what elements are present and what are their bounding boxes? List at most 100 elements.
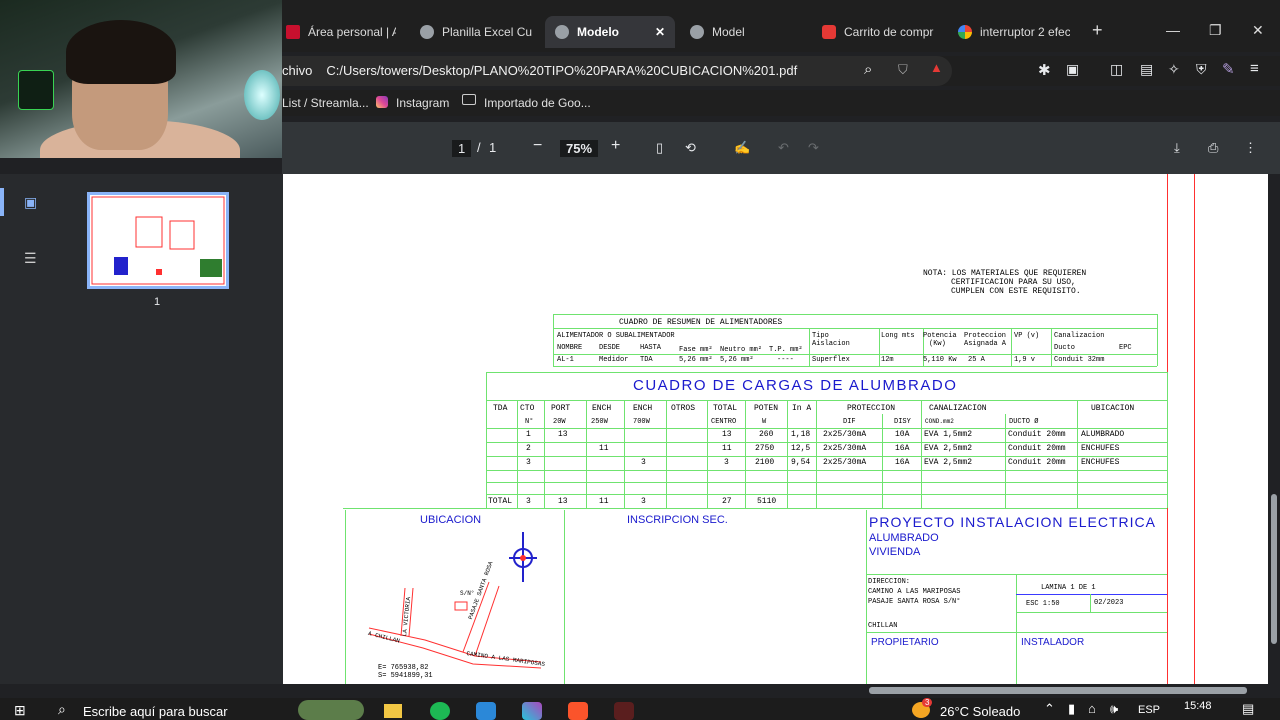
screenshot-icon[interactable]: ▣ [1066, 61, 1079, 78]
more-options-icon[interactable]: ⋮ [1244, 140, 1257, 156]
horizontal-scroll-thumb[interactable] [869, 687, 1247, 694]
wallet-icon[interactable]: ▤ [1140, 61, 1153, 78]
cargas-cell: 13 [722, 430, 732, 439]
network-icon[interactable]: ⌂ [1088, 701, 1096, 716]
taskbar-search-input[interactable]: Escribe aquí para buscar [83, 704, 228, 719]
cargas-cell: 2750 [755, 444, 775, 453]
weather-text[interactable]: 26°C Soleado [940, 704, 1020, 719]
tab-carrito[interactable]: Carrito de compr [822, 16, 940, 48]
app-icon[interactable] [476, 702, 496, 720]
resumen-subheader: T.P. mm² [769, 346, 803, 354]
tray-chevron-icon[interactable]: ⌃ [1044, 701, 1055, 717]
zoom-out-icon[interactable]: − [533, 137, 542, 155]
cargas-cell: Conduit 20mm [1008, 430, 1066, 439]
resumen-header: Tipo [812, 332, 829, 340]
bookmark-instagram[interactable]: Instagram [396, 96, 449, 110]
fit-page-icon[interactable]: ▯ [656, 140, 663, 156]
red-border-line [1194, 174, 1195, 684]
resumen-subheader: Ducto [1054, 344, 1076, 352]
new-tab-button[interactable]: + [1092, 20, 1103, 41]
resumen-cell: ---- [777, 356, 794, 364]
nota-line-1: NOTA: LOS MATERIALES QUE REQUIEREN [923, 269, 1087, 278]
app-icon[interactable] [614, 702, 634, 720]
leo-ai-icon[interactable]: ✧ [1168, 61, 1180, 78]
zoom-in-icon[interactable]: + [611, 137, 620, 155]
cargas-cell: 3 [526, 458, 531, 467]
windows-start-icon[interactable]: ⊞ [14, 702, 26, 719]
tab-model[interactable]: Model [690, 16, 800, 48]
cargas-subheader: W [762, 418, 767, 426]
rotate-icon[interactable]: ⟲ [685, 140, 696, 156]
outline-view-icon[interactable]: ☰ [24, 250, 37, 267]
total-cell: 3 [641, 497, 646, 506]
close-icon[interactable]: ✕ [655, 25, 665, 39]
file-explorer-icon[interactable] [384, 704, 402, 718]
menu-icon[interactable]: ≡ [1250, 60, 1259, 77]
close-window-button[interactable]: ✕ [1252, 22, 1264, 39]
resumen-cell: 25 A [968, 356, 985, 364]
grid-line [345, 510, 346, 684]
page-number-input[interactable]: 1 [452, 140, 472, 157]
brave-shield-icon[interactable]: ⛉ [898, 62, 908, 78]
vertical-scroll-thumb[interactable] [1271, 494, 1277, 644]
zoom-input[interactable]: 75% [560, 140, 599, 157]
print-icon[interactable]: ⎙ [1208, 140, 1218, 156]
page-separator: / [477, 140, 481, 155]
brave-rewards-icon[interactable]: ▲ [930, 60, 943, 75]
grid-line [1167, 372, 1168, 508]
spotify-icon[interactable] [430, 702, 450, 720]
language-indicator[interactable]: ESP [1138, 704, 1160, 716]
pdf-page: NOTA: LOS MATERIALES QUE REQUIEREN CERTI… [283, 174, 1268, 684]
grid-line [486, 442, 1167, 443]
tab-modelo[interactable]: Modelo ✕ [545, 16, 675, 48]
horizontal-scrollbar[interactable] [283, 684, 1268, 698]
undo-icon[interactable]: ↶ [778, 140, 789, 156]
resumen-cell: AL-1 [557, 356, 574, 364]
grid-line [1005, 414, 1006, 508]
redo-icon[interactable]: ↷ [808, 140, 819, 156]
notification-icon[interactable]: ▤ [1242, 701, 1254, 717]
zoom-magnifier-icon[interactable]: ⌕ [864, 61, 872, 78]
inscripcion-title: INSCRIPCION SEC. [627, 514, 728, 526]
copilot-icon[interactable] [522, 702, 542, 720]
resumen-cell: Conduit 32mm [1054, 356, 1105, 364]
brave-icon[interactable] [568, 702, 588, 720]
download-icon[interactable]: ⤓ [1174, 140, 1180, 156]
tab-interruptor[interactable]: interruptor 2 efec [958, 16, 1070, 48]
grid-line [1016, 612, 1167, 613]
vertical-scrollbar[interactable] [1268, 174, 1280, 684]
grid-line [1077, 400, 1078, 508]
total-cell: 11 [599, 497, 609, 506]
bookmark-folder-imported[interactable]: Importado de Goo... [484, 96, 591, 110]
cargas-cell: 1 [526, 430, 531, 439]
tab-area-personal[interactable]: Área personal | A [286, 16, 396, 48]
search-icon[interactable]: ⌕ [58, 701, 66, 718]
extensions-icon[interactable]: ✱ [1038, 61, 1051, 79]
extension-pen-icon[interactable]: ✎ [1222, 60, 1235, 78]
grid-line [921, 400, 922, 508]
tab-label: Planilla Excel Cub [442, 25, 532, 39]
ciudad: CHILLAN [868, 622, 898, 630]
clock-time[interactable]: 15:48 [1184, 700, 1212, 712]
thumbnails-view-icon[interactable]: ▣ [24, 194, 37, 211]
volume-icon[interactable]: 🕪 [1110, 701, 1118, 717]
microphone-icon[interactable]: ▮ [1068, 701, 1075, 717]
resumen-header: Long mts [881, 332, 915, 340]
grid-line [486, 456, 1167, 457]
folder-icon [462, 94, 476, 105]
url-field[interactable]: chivo C:/Users/towers/Desktop/PLANO%20TIP… [282, 56, 952, 86]
page-thumbnail[interactable] [87, 192, 229, 289]
grid-line [1051, 328, 1052, 366]
grid-line [553, 314, 1157, 315]
instalador-label: INSTALADOR [1021, 637, 1085, 648]
cargas-header: ENCH [633, 404, 653, 413]
minimize-button[interactable]: — [1166, 22, 1180, 38]
sidebar-toggle-icon[interactable]: ◫ [1110, 61, 1123, 78]
resumen-subheader: HASTA [640, 344, 662, 352]
annotate-icon[interactable]: ✍ [734, 140, 750, 156]
tab-planilla-excel[interactable]: Planilla Excel Cub [420, 16, 532, 48]
vpn-icon[interactable]: ⛨ [1196, 61, 1207, 78]
bookmark-streamlabs[interactable]: List / Streamla... [282, 96, 369, 110]
grid-line [1016, 594, 1167, 595]
restore-button[interactable]: ❐ [1209, 22, 1222, 39]
